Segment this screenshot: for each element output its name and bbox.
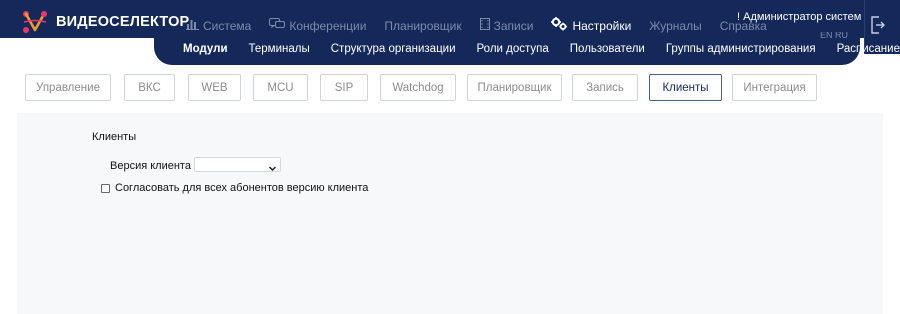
subnav-item-terminals[interactable]: Терминалы	[249, 43, 310, 55]
top-bar: ВИДЕОСЕЛЕКТОР Система Конференции Планир…	[0, 0, 900, 65]
brand-logo[interactable]: ВИДЕОСЕЛЕКТОР	[22, 10, 189, 34]
tab-management[interactable]: Управление	[25, 74, 111, 101]
nav-item-journals[interactable]: Журналы	[649, 19, 701, 33]
bar-chart-icon	[186, 18, 199, 33]
nav-item-label: Журналы	[649, 18, 702, 33]
sync-version-checkbox[interactable]	[101, 183, 110, 193]
nav-item-label: Конференции	[289, 18, 367, 33]
section-title: Клиенты	[92, 131, 137, 143]
client-version-label: Версия клиента	[110, 160, 191, 172]
subnav-item-modules[interactable]: Модули	[183, 43, 228, 55]
tab-recording[interactable]: Запись	[572, 74, 638, 101]
tab-mcu[interactable]: MCU	[253, 74, 308, 101]
tab-scheduler[interactable]: Планировщик	[467, 74, 562, 101]
sync-version-row: Согласовать для всех абонентов версию кл…	[101, 182, 368, 194]
nav-item-settings[interactable]: Настройки	[551, 17, 631, 34]
main-nav: Система Конференции Планировщик Записи Н…	[186, 17, 785, 34]
sub-nav: Модули Терминалы Структура организации Р…	[183, 43, 900, 55]
subnav-item-users[interactable]: Пользователи	[570, 43, 645, 55]
subnav-item-schedule[interactable]: Расписание	[837, 43, 900, 55]
nav-item-records[interactable]: Записи	[479, 18, 534, 33]
tab-integration[interactable]: Интеграция	[732, 74, 817, 101]
client-version-select[interactable]	[194, 157, 281, 172]
film-icon	[479, 18, 490, 33]
gears-icon	[551, 17, 568, 34]
logout-icon	[871, 16, 885, 34]
chevron-down-icon	[268, 160, 277, 178]
tab-clients[interactable]: Клиенты	[649, 74, 722, 101]
logout-button[interactable]	[871, 16, 885, 39]
tab-sip[interactable]: SIP	[320, 74, 368, 101]
nav-item-conferences[interactable]: Конференции	[269, 18, 366, 33]
nav-item-label: Система	[203, 18, 252, 33]
tab-watchdog[interactable]: Watchdog	[380, 74, 456, 101]
subnav-item-org-structure[interactable]: Структура организации	[331, 43, 456, 55]
nav-item-scheduler[interactable]: Планировщик	[384, 19, 461, 33]
app-root: ВИДЕОСЕЛЕКТОР Система Конференции Планир…	[0, 0, 900, 314]
nav-item-label: Записи	[493, 18, 534, 33]
tab-web[interactable]: WEB	[188, 74, 241, 101]
brand-mark-icon	[23, 11, 47, 33]
language-switch[interactable]: EN RU	[820, 32, 848, 38]
tab-vks[interactable]: ВКС	[124, 74, 175, 101]
subnav-item-admin-groups[interactable]: Группы администрирования	[666, 43, 816, 55]
subnav-item-access-roles[interactable]: Роли доступа	[477, 43, 549, 55]
clients-panel: Клиенты Версия клиента Согласовать для в…	[17, 113, 883, 314]
user-menu[interactable]: ! Администратор систем	[737, 11, 861, 23]
brand-name: ВИДЕОСЕЛЕКТОР	[56, 14, 190, 30]
nav-item-label: Настройки	[572, 18, 632, 33]
nav-item-system[interactable]: Система	[186, 18, 251, 33]
nav-item-label: Планировщик	[384, 18, 462, 33]
sync-version-label[interactable]: Согласовать для всех абонентов версию кл…	[115, 182, 368, 194]
chat-bubbles-icon	[269, 18, 286, 33]
